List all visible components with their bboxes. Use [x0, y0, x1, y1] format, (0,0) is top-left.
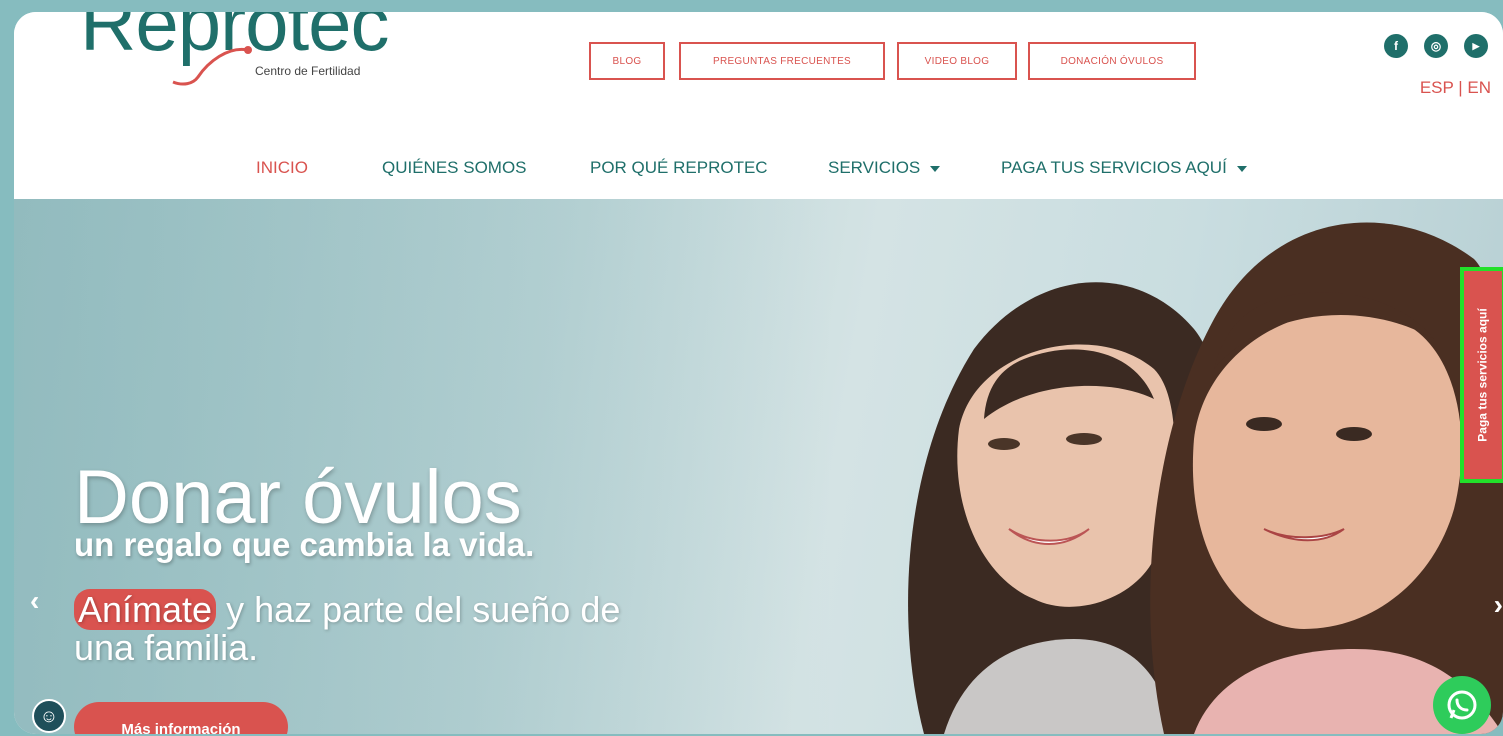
- more-info-button[interactable]: Más información: [74, 702, 288, 734]
- language-switcher[interactable]: ESP | EN: [1420, 78, 1491, 98]
- reprotec-logo[interactable]: Reprotec Centro de Fertilidad: [80, 12, 420, 112]
- logo-swoosh-icon: [172, 46, 252, 86]
- video-blog-button[interactable]: VIDEO BLOG: [897, 42, 1017, 80]
- site-header: Reprotec Centro de Fertilidad BLOG PREGU…: [14, 12, 1503, 199]
- faq-button[interactable]: PREGUNTAS FRECUENTES: [679, 42, 885, 80]
- youtube-icon[interactable]: ▶: [1464, 34, 1488, 58]
- blog-button[interactable]: BLOG: [589, 42, 665, 80]
- hero-slider: Donar óvulos un regalo que cambia la vid…: [14, 199, 1503, 734]
- nav-servicios-label: SERVICIOS: [828, 158, 921, 177]
- whatsapp-icon[interactable]: [1433, 676, 1491, 734]
- hero-highlight: Anímate: [74, 589, 217, 630]
- hero-photo: [908, 222, 1503, 734]
- nav-paga-servicios[interactable]: PAGA TUS SERVICIOS AQUÍ: [1001, 158, 1247, 178]
- facebook-icon[interactable]: f: [1384, 34, 1408, 58]
- logo-tagline: Centro de Fertilidad: [255, 64, 361, 78]
- whatsapp-glyph-icon: [1447, 690, 1477, 720]
- hero-subheadline: un regalo que cambia la vida.: [74, 526, 535, 563]
- chevron-down-icon: [930, 165, 941, 172]
- pay-services-side-tab[interactable]: Paga tus servicios aquí: [1460, 267, 1503, 483]
- nav-servicios[interactable]: SERVICIOS: [828, 158, 941, 178]
- carousel-next-icon[interactable]: ›: [1494, 589, 1503, 621]
- nav-paga-label: PAGA TUS SERVICIOS AQUÍ: [1001, 158, 1227, 177]
- egg-donation-button[interactable]: DONACIÓN ÓVULOS: [1028, 42, 1196, 80]
- nav-inicio[interactable]: INICIO: [256, 158, 308, 178]
- nav-quienes-somos[interactable]: QUIÉNES SOMOS: [382, 158, 527, 178]
- accessibility-icon[interactable]: ☺: [32, 699, 66, 733]
- browser-frame: Reprotec Centro de Fertilidad BLOG PREGU…: [14, 12, 1503, 734]
- chevron-down-icon: [1236, 165, 1247, 172]
- instagram-icon[interactable]: ◎: [1424, 34, 1448, 58]
- carousel-prev-icon[interactable]: ‹: [30, 585, 39, 617]
- hero-tagline: Anímate y haz parte del sueño de una fam…: [74, 589, 634, 667]
- side-tab-label: Paga tus servicios aquí: [1476, 308, 1491, 442]
- nav-por-que-reprotec[interactable]: POR QUÉ REPROTEC: [590, 158, 768, 178]
